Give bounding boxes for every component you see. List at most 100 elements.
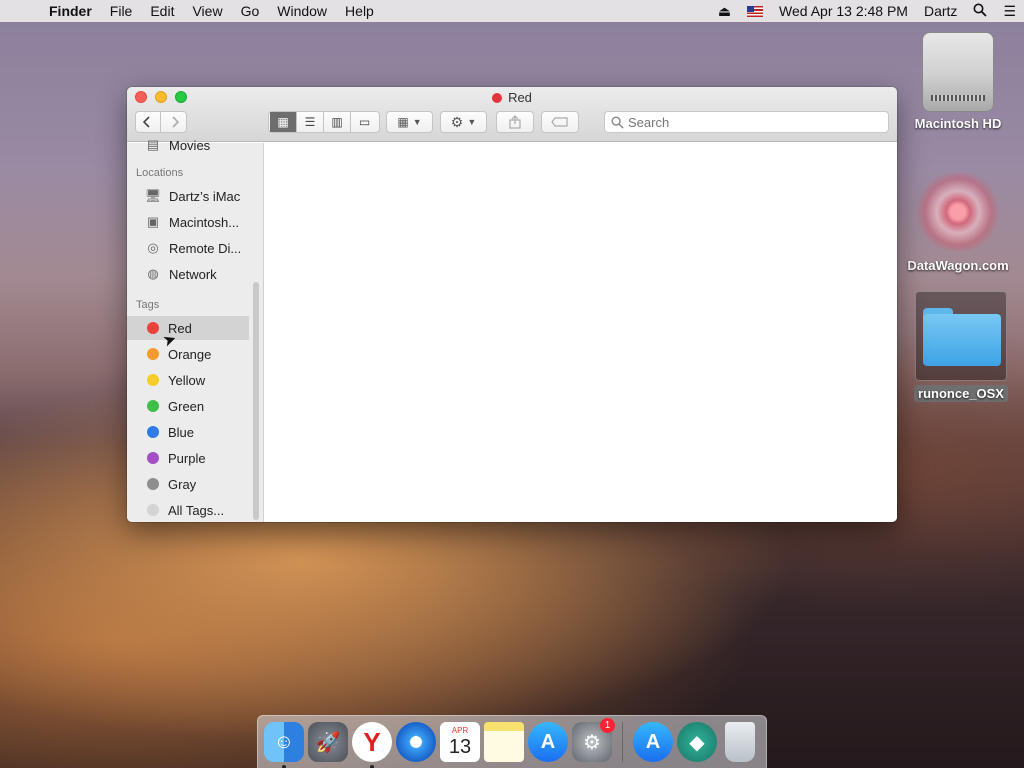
disc-icon: ◎ (147, 240, 159, 255)
calendar-day: 13 (448, 736, 472, 758)
tag-color-dot-icon (147, 478, 159, 490)
dock-trash-icon[interactable] (725, 722, 755, 762)
gear-icon: ⚙ (450, 113, 464, 130)
tag-color-dot-icon (147, 322, 159, 334)
desktop-icon-label: runonce_OSX (914, 385, 1008, 402)
network-globe-icon: ◍ (147, 266, 159, 281)
dock-yandex-browser-icon[interactable]: Y (352, 722, 392, 768)
column-view-icon[interactable]: ▥ (324, 112, 351, 132)
menu-file[interactable]: File (101, 3, 142, 19)
share-button[interactable] (496, 111, 534, 133)
menu-go[interactable]: Go (232, 3, 269, 19)
dock-system-preferences-icon[interactable]: ⚙ 1 (572, 718, 615, 762)
sidebar-heading-locations: Locations (136, 167, 184, 179)
window-title: Red (127, 90, 897, 105)
search-input[interactable] (628, 114, 868, 130)
menu-user[interactable]: Dartz (916, 3, 965, 19)
share-icon (509, 115, 521, 129)
sidebar-item-label: Blue (168, 424, 195, 440)
tag-color-dot-icon (147, 348, 159, 360)
sidebar-item-label: Network (169, 266, 217, 282)
menu-help[interactable]: Help (336, 3, 383, 19)
search-field[interactable] (604, 111, 889, 133)
sidebar-item-label: Remote Di... (169, 240, 242, 256)
sidebar-item-label: Macintosh... (169, 214, 240, 230)
menu-clock[interactable]: Wed Apr 13 2:48 PM (771, 3, 916, 19)
sidebar-tag-red[interactable]: Red (127, 316, 249, 340)
sidebar-item-label: Dartz’s iMac (169, 188, 241, 204)
sidebar-heading-tags: Tags (136, 299, 160, 311)
sidebar-tag-green[interactable]: Green (127, 394, 249, 418)
menu-view[interactable]: View (183, 3, 231, 19)
datawagon-logo-icon (913, 172, 1003, 252)
group-grid-icon: ▦ (397, 115, 409, 129)
dock-separator (622, 722, 623, 762)
folder-icon (915, 291, 1007, 381)
file-content-area[interactable] (265, 143, 897, 522)
sidebar-item-label: Gray (168, 476, 197, 492)
menu-bar: Finder File Edit View Go Window Help ⏏ W… (0, 0, 1024, 22)
menu-edit[interactable]: Edit (141, 3, 183, 19)
sidebar-tag-all-tags[interactable]: All Tags... (127, 498, 249, 522)
tag-color-dot-icon (147, 452, 159, 464)
menu-app-name[interactable]: Finder (40, 3, 101, 19)
back-button[interactable] (134, 112, 161, 132)
chevron-down-icon: ▼ (467, 117, 477, 127)
sidebar: ▤ Movies Locations 🖥 Dartz’s iMac ▣ Macinto… (127, 137, 264, 522)
action-button[interactable]: ⚙ ▼ (440, 111, 487, 133)
sidebar-item-network[interactable]: ◍ Network (127, 262, 249, 286)
dock-calendar-icon[interactable]: APR 13 (440, 722, 480, 762)
eject-icon[interactable]: ⏏ (710, 3, 739, 20)
dock-notes-icon[interactable] (484, 722, 524, 762)
spotlight-search-icon[interactable] (965, 3, 995, 20)
computer-icon: 🖥 (144, 188, 162, 203)
tag-color-dot-icon (147, 426, 159, 438)
notification-badge: 1 (600, 718, 615, 733)
group-by-button[interactable]: ▦ ▼ (386, 111, 433, 133)
sidebar-item-imac[interactable]: 🖥 Dartz’s iMac (127, 184, 249, 208)
dock-safari-icon[interactable]: ✦ (396, 722, 436, 762)
window-title-text: Red (508, 90, 532, 105)
dock-finder-icon[interactable]: ☺ (264, 722, 304, 768)
sidebar-tag-orange[interactable]: Orange (127, 342, 249, 366)
hard-drive-icon: ▣ (146, 214, 160, 229)
sidebar-tag-purple[interactable]: Purple (127, 446, 249, 470)
gallery-view-icon[interactable]: ▭ (351, 112, 378, 132)
list-view-icon[interactable]: ☰ (297, 112, 324, 132)
menu-window[interactable]: Window (268, 3, 336, 19)
sidebar-tag-blue[interactable]: Blue (127, 420, 249, 444)
dock-app-store-icon[interactable]: A (528, 722, 568, 762)
sidebar-item-macintosh-hd[interactable]: ▣ Macintosh... (127, 210, 249, 234)
finder-window: Red ▦ ☰ ▥ ▭ ▦ ▼ ⚙ ▼ Search ▤ Movies Loca… (127, 87, 897, 522)
red-tag-dot-icon (492, 93, 503, 103)
calendar-month: APR (451, 726, 469, 735)
input-source-flag-icon[interactable] (747, 5, 764, 17)
film-icon: ▤ (146, 137, 160, 152)
dock-installer-icon[interactable]: ◆ (677, 722, 717, 762)
hard-drive-icon (922, 32, 994, 112)
sidebar-item-label: Green (168, 398, 205, 414)
desktop-icon-runonce-osx[interactable]: runonce_OSX (906, 291, 1016, 402)
desktop-icon-datawagon[interactable]: DataWagon.com (903, 172, 1013, 273)
sidebar-tag-yellow[interactable]: Yellow (127, 368, 249, 392)
notification-center-icon[interactable]: ☰ (995, 3, 1024, 20)
back-forward-buttons (135, 111, 187, 133)
view-mode-control: ▦ ☰ ▥ ▭ (268, 111, 380, 133)
sidebar-item-label: Movies (169, 137, 211, 153)
dock-launchpad-icon[interactable]: 🚀 (308, 722, 348, 762)
desktop-icon-label: Macintosh HD (914, 116, 1002, 131)
sidebar-tag-gray[interactable]: Gray (127, 472, 249, 496)
icon-view-icon[interactable]: ▦ (270, 112, 297, 132)
edit-tags-button[interactable] (541, 111, 579, 133)
search-icon (611, 116, 624, 129)
chevron-down-icon: ▼ (412, 117, 422, 127)
tag-color-dot-icon (147, 374, 159, 386)
forward-button[interactable] (161, 112, 188, 132)
dock-app-store-download-icon[interactable]: A (633, 722, 673, 762)
sidebar-item-label: All Tags... (168, 502, 225, 518)
sidebar-scrollbar[interactable] (253, 282, 259, 520)
sidebar-item-movies[interactable]: ▤ Movies (127, 133, 249, 157)
tag-icon (551, 117, 568, 127)
sidebar-item-remote-disc[interactable]: ◎ Remote Di... (127, 236, 249, 260)
desktop-icon-macintosh-hd[interactable]: Macintosh HD (903, 32, 1013, 131)
